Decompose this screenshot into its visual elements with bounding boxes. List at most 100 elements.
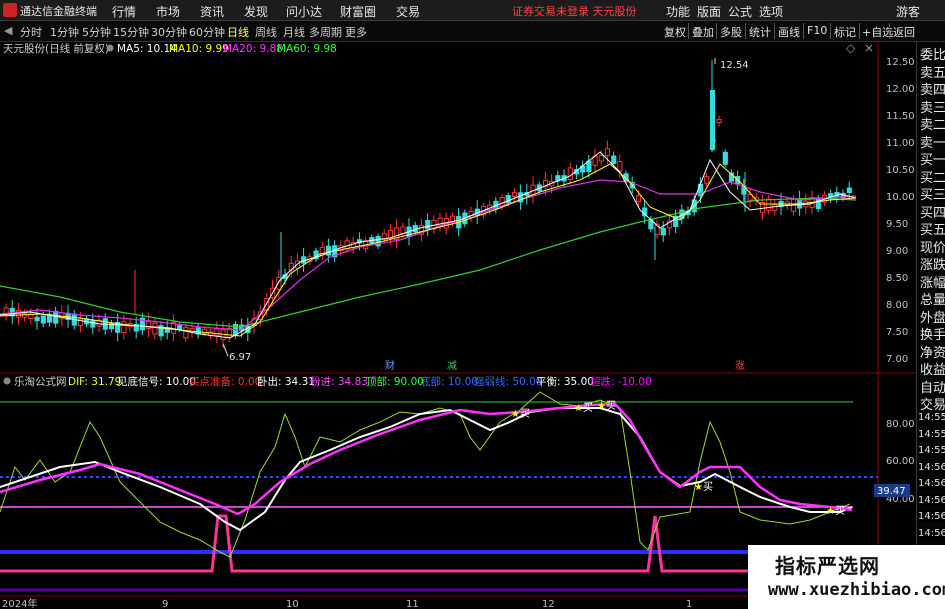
period-monthly[interactable]: 月线 bbox=[283, 24, 305, 40]
watermark-title: 指标严选网 bbox=[775, 554, 880, 578]
menu-layout[interactable]: 版面 bbox=[697, 3, 721, 20]
tool-multi-stock[interactable]: 多股 bbox=[720, 24, 742, 40]
ind-dif: DIF: 31.79 bbox=[68, 376, 121, 388]
candle-body bbox=[567, 167, 573, 180]
candle-body bbox=[40, 315, 46, 324]
time-tick: 1 bbox=[686, 599, 692, 609]
app-logo-icon bbox=[3, 3, 17, 17]
settings-dot-icon[interactable] bbox=[106, 44, 114, 52]
current-value: 39.47 bbox=[877, 486, 906, 497]
candle-body bbox=[325, 245, 332, 256]
price-tick: 12.00 bbox=[886, 84, 915, 95]
ma20-label: MA20: 9.88 bbox=[223, 43, 283, 55]
tool-f10[interactable]: F10 bbox=[807, 24, 827, 37]
period-fenshi[interactable]: 分时 bbox=[20, 24, 42, 40]
sidebar-item[interactable]: 自动 bbox=[920, 381, 945, 396]
period-60min[interactable]: 60分钟 bbox=[189, 24, 225, 40]
sidebar-item: 涨跌 bbox=[920, 258, 945, 273]
sidebar-item: 卖二 bbox=[920, 118, 945, 133]
sidebar-item: 买二 bbox=[920, 170, 945, 186]
menu-market[interactable]: 市场 bbox=[156, 3, 180, 20]
candle-body bbox=[635, 195, 642, 203]
login-notice[interactable]: 证券交易未登录 天元股份 bbox=[512, 3, 637, 19]
sidebar-item: 收益 bbox=[920, 363, 945, 378]
tool-mark[interactable]: 标记 bbox=[834, 24, 856, 40]
sidebar-item[interactable]: 交易 bbox=[920, 398, 945, 413]
tool-fuquan[interactable]: 复权 bbox=[664, 24, 686, 40]
close-icon[interactable]: × bbox=[864, 42, 874, 55]
ind-bottom-signal: 见底信号: 10.00 bbox=[117, 375, 196, 388]
buy-signal: 买 bbox=[606, 400, 616, 412]
menu-news[interactable]: 资讯 bbox=[200, 3, 224, 20]
sidebar-item: 买五 bbox=[920, 223, 945, 238]
period-weekly[interactable]: 周线 bbox=[255, 24, 277, 40]
menu-wealth-circle[interactable]: 财富圈 bbox=[340, 3, 376, 20]
sidebar-item: 涨幅 bbox=[920, 275, 945, 291]
period-30min[interactable]: 30分钟 bbox=[151, 24, 187, 40]
ind-balance: 平衡: 35.00 bbox=[536, 376, 594, 388]
kline-chart[interactable]: 天元股份(日线 前复权) MA5: 10.14 MA10: 9.99 MA20:… bbox=[0, 42, 916, 609]
menu-formula[interactable]: 公式 bbox=[728, 3, 752, 20]
buy-star-icon: ★ bbox=[511, 409, 520, 420]
tool-draw-line[interactable]: 画线 bbox=[778, 24, 800, 40]
period-multi[interactable]: 多周期 bbox=[309, 24, 342, 40]
ma60-label: MA60: 9.98 bbox=[277, 43, 337, 55]
sidebar-item: 买三 bbox=[920, 188, 945, 203]
tool-stats[interactable]: 统计 bbox=[749, 24, 771, 40]
price-tick: 10.50 bbox=[886, 165, 915, 176]
candle-body bbox=[214, 328, 220, 337]
settings-dot-icon[interactable] bbox=[3, 377, 11, 385]
candle-body bbox=[766, 198, 772, 211]
sidebar-item: 卖一 bbox=[920, 135, 945, 151]
collapse-icon[interactable]: ◀ bbox=[4, 24, 12, 37]
sidebar-item: 买一 bbox=[920, 153, 945, 168]
period-1min[interactable]: 1分钟 bbox=[50, 24, 79, 40]
price-tick: 8.50 bbox=[886, 273, 908, 284]
tool-overlay[interactable]: 叠加 bbox=[692, 24, 714, 40]
sidebar-item: 卖三 bbox=[920, 100, 945, 116]
menu-options[interactable]: 选项 bbox=[759, 3, 783, 20]
ind-axis-tick: 80.00 bbox=[886, 419, 915, 430]
time-stamp: 14:56 bbox=[918, 511, 945, 522]
event-mark-rise[interactable]: 涨 bbox=[735, 360, 745, 372]
candle-body bbox=[586, 160, 592, 172]
menu-hangqing[interactable]: 行情 bbox=[112, 3, 136, 20]
candle-body bbox=[722, 151, 728, 165]
price-tick: 9.00 bbox=[886, 246, 908, 257]
buy-star-icon: ★ bbox=[826, 506, 835, 517]
ind-bottom: 底部: 10.00 bbox=[420, 375, 478, 388]
candle-body bbox=[604, 148, 611, 157]
menu-trade[interactable]: 交易 bbox=[396, 3, 420, 20]
time-stamp: 14:56 bbox=[918, 494, 945, 506]
buy-star-icon: ★ bbox=[574, 403, 583, 414]
price-tick: 12.50 bbox=[886, 57, 915, 68]
menu-function[interactable]: 功能 bbox=[666, 3, 690, 20]
menu-discover[interactable]: 发现 bbox=[244, 3, 268, 20]
indicator-name: 乐淘公式网 bbox=[14, 375, 67, 388]
divider bbox=[889, 23, 890, 39]
period-5min[interactable]: 5分钟 bbox=[82, 24, 111, 40]
price-tick: 11.50 bbox=[886, 111, 915, 122]
sidebar-item: 卖四 bbox=[920, 83, 945, 98]
period-more[interactable]: 更多 bbox=[345, 24, 367, 40]
time-tick: 2024年 bbox=[2, 597, 37, 609]
high-label: 12.54 bbox=[720, 60, 749, 71]
candle-body bbox=[344, 240, 350, 250]
diamond-icon[interactable]: ◇ bbox=[846, 42, 856, 55]
event-mark-reduce[interactable]: 减 bbox=[447, 360, 457, 372]
event-mark-finance[interactable]: 财 bbox=[385, 359, 395, 372]
ind-oversold: 超跌: -10.00 bbox=[590, 375, 652, 388]
ind-wochu: 卧出: 34.31 bbox=[257, 375, 315, 388]
ma10-label: MA10: 9.99 bbox=[169, 43, 229, 55]
candle-body bbox=[152, 322, 158, 335]
buy-star-icon: ★ bbox=[694, 482, 703, 493]
menu-guest[interactable]: 游客 bbox=[896, 3, 920, 20]
candle-body bbox=[611, 155, 617, 165]
tool-back[interactable]: 返回 bbox=[893, 24, 915, 40]
sidebar-item: 外盘 bbox=[920, 310, 945, 326]
period-daily[interactable]: 日线 bbox=[227, 24, 249, 40]
menu-wenxiaoda[interactable]: 问小达 bbox=[286, 3, 322, 20]
candle-body bbox=[710, 90, 715, 150]
period-15min[interactable]: 15分钟 bbox=[113, 24, 149, 40]
candle-body bbox=[34, 316, 40, 322]
